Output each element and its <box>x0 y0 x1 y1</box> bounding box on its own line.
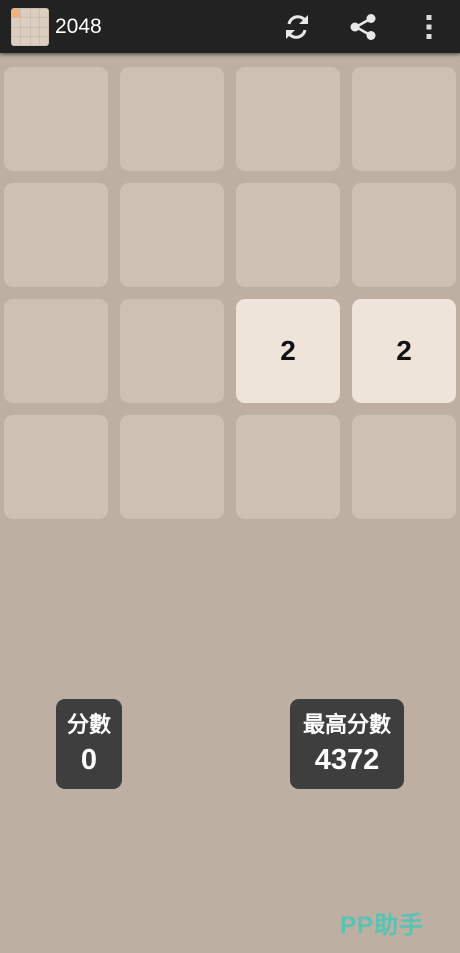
share-icon <box>350 14 376 40</box>
action-bar: 2048 <box>0 0 460 53</box>
game-board[interactable]: 22 <box>0 53 460 533</box>
empty-cell <box>236 415 340 519</box>
share-button[interactable] <box>344 8 382 46</box>
empty-cell <box>120 415 224 519</box>
empty-cell <box>236 67 340 171</box>
best-score-value: 4372 <box>314 744 380 776</box>
empty-cell <box>4 67 108 171</box>
empty-cell <box>4 299 108 403</box>
empty-cell <box>120 67 224 171</box>
best-score-box: 最高分數 4372 <box>290 699 404 789</box>
empty-cell <box>120 299 224 403</box>
empty-cell <box>352 183 456 287</box>
refresh-button[interactable] <box>278 8 316 46</box>
app-title: 2048 <box>55 15 102 38</box>
score-box: 分數 0 <box>56 699 122 789</box>
overflow-menu-icon <box>426 15 432 39</box>
empty-cell <box>236 183 340 287</box>
empty-cell <box>352 67 456 171</box>
overflow-menu-button[interactable] <box>410 8 448 46</box>
empty-cell <box>352 415 456 519</box>
empty-cell <box>4 183 108 287</box>
tile-2: 2 <box>352 299 456 403</box>
app-screen: 2048 22 分數 0 最高分數 4372 PP助手 <box>0 0 460 953</box>
app-2048-icon <box>11 8 49 46</box>
empty-cell <box>4 415 108 519</box>
refresh-icon <box>286 15 308 39</box>
tile-2: 2 <box>236 299 340 403</box>
watermark-logo: PP助手 <box>340 912 425 939</box>
best-score-label: 最高分數 <box>302 712 391 737</box>
score-value: 0 <box>80 744 98 776</box>
score-label: 分數 <box>66 712 111 737</box>
empty-cell <box>120 183 224 287</box>
